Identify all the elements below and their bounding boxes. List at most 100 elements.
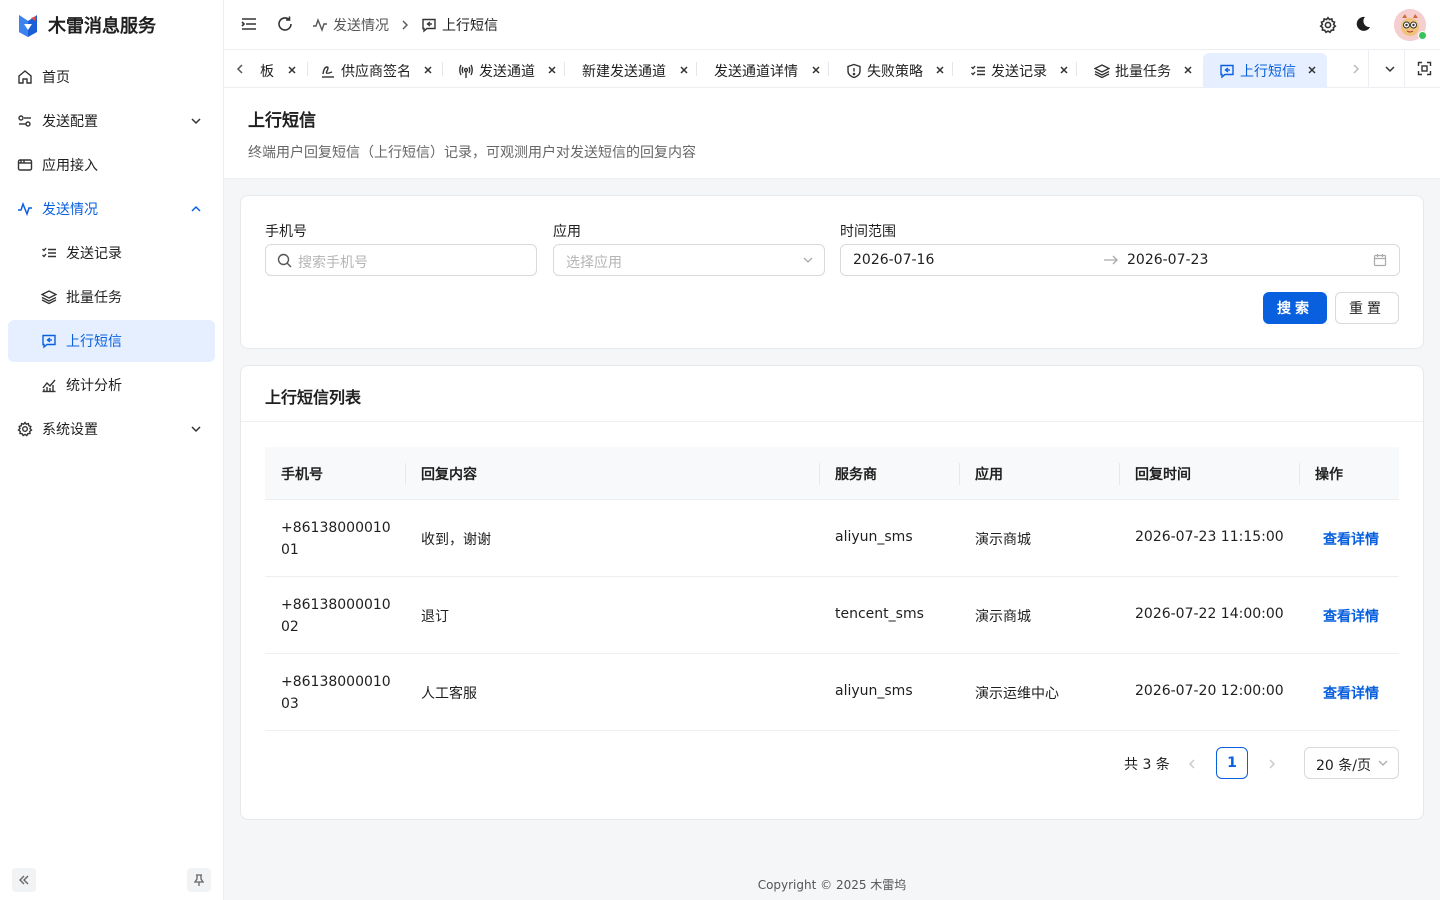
close-icon[interactable] (934, 64, 946, 76)
sidebar-item-statistics[interactable]: 统计分析 (8, 364, 215, 406)
logo-icon (16, 12, 40, 38)
tab-batch-tasks[interactable]: 批量任务 (1094, 53, 1194, 88)
page-header: 上行短信 终端用户回复短信（上行短信）记录，可观测用户对发送短信的回复内容 (224, 88, 1440, 179)
tab-label: 失败策略 (867, 63, 923, 80)
pagination-next-icon[interactable] (1266, 758, 1278, 770)
close-icon[interactable] (286, 64, 298, 76)
message-reply-icon (41, 333, 57, 349)
tab-send-records[interactable]: 发送记录 (970, 53, 1070, 88)
chevron-up-icon (189, 202, 203, 216)
tab-new-send-channel[interactable]: 新建发送通道 (582, 53, 694, 88)
date-range-picker[interactable]: 2026-07-16 2026-07-23 (840, 244, 1400, 276)
scroll-tabs-left-icon[interactable] (234, 62, 246, 76)
phone-search-input[interactable]: 搜索手机号 (265, 244, 537, 276)
signature-icon (320, 63, 336, 79)
table-row: +8613800001003 人工客服 aliyun_sms 演示运维中心 20… (265, 654, 1399, 731)
cell-provider: aliyun_sms (835, 529, 913, 545)
table-header: 手机号 回复内容 服务商 应用 回复时间 操作 (265, 447, 1399, 500)
avatar[interactable] (1394, 9, 1427, 41)
activity-icon (17, 201, 33, 217)
settings-icon[interactable] (1319, 16, 1337, 34)
filter-card: 手机号 搜索手机号 应用 选择应用 时间范围 2026-07-16 2026-0… (240, 195, 1424, 349)
chevron-down-icon (189, 114, 203, 128)
app-select[interactable]: 选择应用 (553, 244, 825, 276)
refresh-icon[interactable] (276, 15, 294, 33)
page-size-select[interactable]: 20 条/页 (1304, 747, 1399, 779)
calendar-icon (1373, 253, 1387, 267)
tab-divider (952, 62, 953, 76)
tab-send-channel[interactable]: 发送通道 (458, 53, 564, 88)
sidebar-item-app-access[interactable]: 应用接入 (8, 144, 215, 186)
app-placeholder: 选择应用 (566, 255, 622, 271)
sidebar-item-label: 系统设置 (42, 422, 98, 438)
tab-label: 批量任务 (1115, 63, 1171, 80)
cell-content: 人工客服 (421, 686, 477, 702)
app-label: 应用 (553, 224, 581, 240)
tab-failure-policy[interactable]: 失败策略 (846, 53, 946, 88)
pagination-page-1[interactable]: 1 (1216, 747, 1248, 779)
sidebar-item-system-settings[interactable]: 系统设置 (8, 408, 215, 450)
pin-icon (192, 873, 206, 887)
cell-content: 收到，谢谢 (421, 532, 491, 548)
range-end[interactable]: 2026-07-23 (1127, 252, 1208, 268)
view-detail-link[interactable]: 查看详情 (1323, 529, 1379, 549)
sidebar-item-send-config[interactable]: 发送配置 (8, 100, 215, 142)
search-icon (277, 253, 292, 268)
sidebar-item-send-status[interactable]: 发送情况 (8, 188, 215, 230)
tab-dashboard[interactable]: 板 (260, 53, 320, 88)
view-detail-link[interactable]: 查看详情 (1323, 606, 1379, 626)
broadcast-icon (458, 63, 474, 79)
column-divider (819, 463, 820, 485)
menu-toggle-icon[interactable] (240, 15, 258, 33)
tab-send-channel-detail[interactable]: 发送通道详情 (714, 53, 826, 88)
close-icon[interactable] (1058, 64, 1070, 76)
sidebar-item-label: 发送情况 (42, 202, 98, 218)
tab-divider (1368, 50, 1369, 87)
close-icon[interactable] (1182, 64, 1194, 76)
close-icon[interactable] (1306, 64, 1318, 76)
arrow-right-icon (1103, 254, 1119, 266)
collapse-sidebar-button[interactable] (12, 868, 36, 892)
sidebar-item-label: 应用接入 (42, 158, 98, 174)
app-logo[interactable]: 木雷消息服务 (16, 12, 156, 38)
sidebar-item-label: 批量任务 (66, 290, 122, 306)
breadcrumb-current: 上行短信 (442, 18, 498, 34)
close-icon[interactable] (546, 64, 558, 76)
breadcrumb-parent[interactable]: 发送情况 (333, 15, 389, 35)
chart-line-icon (41, 377, 57, 393)
tabs-bar: 板 供应商签名 发送通道 新建发送通道 发送通道详情 失败策略 发送记录 批量任… (224, 50, 1440, 88)
close-icon[interactable] (810, 64, 822, 76)
tab-divider (828, 62, 829, 76)
page-title: 上行短信 (248, 111, 316, 131)
moon-icon[interactable] (1354, 15, 1372, 33)
pin-sidebar-button[interactable] (187, 868, 211, 892)
tab-label: 供应商签名 (341, 63, 411, 80)
sidebar-item-label: 上行短信 (66, 334, 122, 350)
tab-provider-signature[interactable]: 供应商签名 (320, 53, 440, 88)
range-label: 时间范围 (840, 224, 896, 240)
close-icon[interactable] (678, 64, 690, 76)
sidebar-item-batch-tasks[interactable]: 批量任务 (8, 276, 215, 318)
fullscreen-icon[interactable] (1417, 61, 1432, 76)
cell-phone: +8613800001003 (281, 674, 391, 712)
tabs-menu-chevron-icon[interactable] (1383, 62, 1397, 76)
column-header: 服务商 (835, 467, 877, 483)
tab-divider (696, 62, 697, 76)
pagination-prev-icon[interactable] (1186, 758, 1198, 770)
search-button[interactable]: 搜索 (1263, 292, 1327, 324)
tab-divider (442, 62, 443, 76)
reset-button[interactable]: 重置 (1335, 292, 1399, 324)
cell-app: 演示运维中心 (975, 686, 1059, 702)
scroll-tabs-right-icon[interactable] (1350, 62, 1362, 76)
tab-uplink-sms[interactable]: 上行短信 (1203, 53, 1327, 88)
cell-phone: +8613800001001 (281, 520, 391, 558)
sidebar-item-send-records[interactable]: 发送记录 (8, 232, 215, 274)
close-icon[interactable] (422, 64, 434, 76)
tab-label: 上行短信 (1240, 63, 1296, 80)
range-start[interactable]: 2026-07-16 (853, 252, 934, 268)
sidebar-item-home[interactable]: 首页 (8, 56, 215, 98)
page-description: 终端用户回复短信（上行短信）记录，可观测用户对发送短信的回复内容 (248, 145, 696, 161)
layers-icon (1094, 63, 1110, 79)
sidebar-item-uplink-sms[interactable]: 上行短信 (8, 320, 215, 362)
view-detail-link[interactable]: 查看详情 (1323, 683, 1379, 703)
